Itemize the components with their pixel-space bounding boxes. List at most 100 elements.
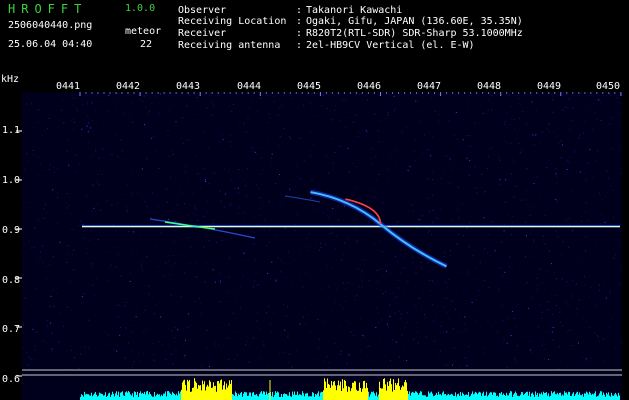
noise-speckle [287,251,289,252]
noise-speckle [125,206,127,208]
signal-bar [434,395,435,400]
signal-bar [228,385,229,400]
noise-speckle [338,219,340,221]
signal-bar [336,390,337,400]
noise-speckle [290,98,292,100]
noise-speckle [92,263,94,265]
signal-bar [590,393,591,400]
noise-speckle [362,259,364,261]
signal-bar [259,393,260,400]
signal-bar [101,393,102,400]
noise-speckle [605,195,607,197]
noise-speckle [437,217,439,219]
noise-speckle [432,136,434,138]
signal-bar [102,394,103,400]
signal-bar [285,394,286,400]
noise-speckle [574,92,576,94]
noise-speckle [92,120,93,122]
noise-speckle [566,330,568,332]
noise-speckle [245,185,247,187]
noise-speckle [594,304,596,306]
noise-speckle [371,148,373,150]
noise-speckle [258,283,260,285]
noise-speckle [151,102,153,104]
noise-speckle [356,166,358,167]
signal-bar [450,394,451,400]
noise-speckle [460,331,462,333]
noise-speckle [86,104,88,105]
noise-speckle [200,303,201,305]
noise-speckle [187,327,189,328]
noise-speckle [499,179,501,181]
signal-bar [164,393,165,400]
noise-speckle [576,171,577,173]
noise-speckle [149,97,151,99]
noise-speckle [185,165,187,167]
noise-speckle [91,210,93,212]
noise-speckle [62,98,64,100]
noise-speckle [387,326,389,328]
noise-speckle [289,188,291,190]
noise-speckle [311,106,313,107]
noise-speckle [287,334,289,336]
signal-bar [356,389,357,400]
signal-bar [439,394,440,400]
noise-speckle [23,201,25,203]
signal-bar [255,394,256,400]
noise-speckle [39,164,41,165]
noise-speckle [318,249,320,251]
noise-speckle [578,342,579,344]
signal-bar [508,395,509,400]
noise-speckle [236,331,238,333]
noise-speckle [451,300,453,302]
noise-speckle [457,271,459,273]
signal-bar [380,388,381,400]
noise-speckle [28,241,30,242]
signal-bar [310,396,311,400]
noise-speckle [366,131,368,133]
signal-bar [563,395,564,400]
noise-speckle [82,104,83,106]
noise-speckle [392,339,394,341]
signal-bar [92,396,93,400]
signal-bar [438,391,439,400]
noise-speckle [592,177,594,179]
signal-bar [451,393,452,400]
signal-bar [544,393,545,400]
noise-speckle [440,209,442,211]
noise-speckle [390,154,391,156]
noise-speckle [607,177,609,179]
noise-speckle [56,292,58,294]
noise-speckle [328,233,330,235]
noise-speckle [71,254,73,256]
noise-speckle [456,244,458,245]
noise-speckle [585,250,586,252]
noise-speckle [81,296,83,298]
noise-speckle [244,259,246,261]
noise-speckle [334,152,336,153]
signal-bar [215,385,216,400]
signal-bar [442,392,443,400]
noise-speckle [70,309,72,311]
noise-speckle [93,153,95,155]
noise-speckle [489,148,491,150]
plot-background [22,92,622,400]
noise-speckle [464,328,466,330]
noise-speckle [486,168,488,170]
noise-speckle [87,147,89,149]
noise-speckle [375,156,377,158]
signal-bar [204,381,205,400]
signal-bar [171,394,172,400]
noise-speckle [109,267,111,269]
noise-speckle [324,243,326,245]
noise-speckle [294,230,296,231]
noise-speckle [193,212,195,214]
signal-bar [195,381,196,400]
signal-bar [543,391,544,400]
noise-speckle [115,230,117,232]
noise-speckle [424,314,425,316]
signal-bar [357,391,358,400]
noise-speckle [298,253,300,255]
noise-speckle [540,304,542,306]
signal-bar [607,394,608,400]
